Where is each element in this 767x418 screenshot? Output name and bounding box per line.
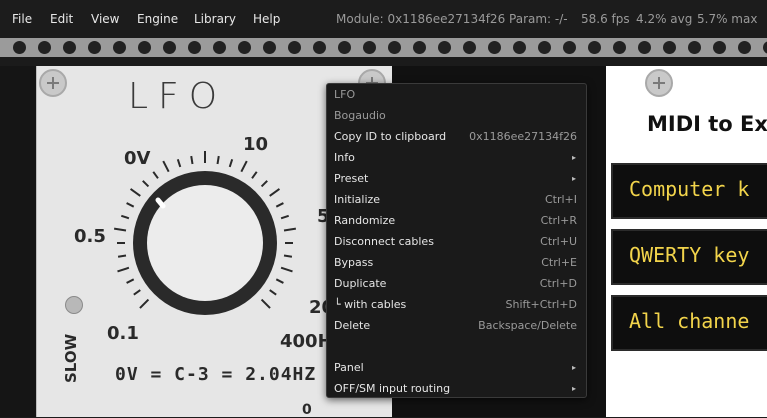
menu-item-duplicate-with-cables[interactable]: └ with cables (334, 298, 406, 311)
menu-item-delete-shortcut: Backspace/Delete (478, 319, 577, 332)
knob-tick (152, 171, 159, 179)
chevron-right-icon: ▸ (571, 363, 576, 372)
knob-tick (228, 158, 234, 168)
knob-tick (251, 171, 258, 179)
midi-channel-text: All channe (629, 309, 750, 333)
knob-tick (176, 158, 182, 168)
menu-item-copy-id[interactable]: Copy ID to clipboard (334, 130, 446, 143)
knob-tick (283, 254, 293, 258)
knob-tick (269, 289, 277, 296)
knob-cap (147, 185, 263, 301)
midi-module-title: MIDI to Ex (647, 112, 767, 136)
menu-item-panel[interactable]: Panel (334, 361, 364, 374)
scale-label-0-1: 0.1 (107, 323, 139, 344)
midi-driver-display[interactable]: Computer k (611, 163, 767, 219)
knob-tick (283, 227, 297, 232)
knob-tick (117, 266, 130, 273)
knob-tick (269, 188, 281, 197)
menu-item-disconnect-cables[interactable]: Disconnect cables (334, 235, 434, 248)
menu-item-duplicate-shortcut: Ctrl+D (539, 277, 577, 290)
menu-item-copy-id-value: 0x1186ee27134f26 (469, 130, 577, 143)
menu-item-delete[interactable]: Delete (334, 319, 370, 332)
scale-label-0-5: 0.5 (74, 226, 106, 247)
menu-item-randomize[interactable]: Randomize (334, 214, 395, 227)
scale-label-0-lower: 0 (302, 402, 312, 418)
knob-tick (275, 202, 284, 208)
scale-label-400h: 400H (280, 331, 333, 352)
menu-item-disconnect-shortcut: Ctrl+U (540, 235, 577, 248)
knob-tick (139, 298, 150, 309)
midi-device-text: QWERTY key (629, 243, 750, 267)
knob-tick (142, 180, 150, 188)
menu-item-duplicate-with-cables-shortcut: Shift+Ctrl+D (505, 298, 577, 311)
midi-device-display[interactable]: QWERTY key (611, 229, 767, 285)
slow-switch[interactable] (65, 296, 83, 314)
chevron-right-icon: ▸ (571, 174, 576, 183)
knob-tick (129, 188, 141, 197)
knob-tick (275, 278, 284, 284)
knob-tick (133, 289, 141, 296)
frequency-readout: 0V = C-3 = 2.04HZ (115, 364, 317, 385)
knob-tick (126, 202, 135, 208)
knob-tick (117, 254, 127, 258)
menu-item-initialize-shortcut: Ctrl+I (544, 193, 577, 206)
knob-tick (240, 160, 248, 173)
knob-tick (260, 298, 271, 309)
midi-channel-display[interactable]: All channe (611, 295, 767, 351)
knob-tick (260, 180, 268, 188)
menu-item-initialize[interactable]: Initialize (334, 193, 380, 206)
knob-tick (126, 278, 135, 284)
menu-item-preset[interactable]: Preset (334, 172, 368, 185)
knob-tick (216, 155, 220, 165)
scale-label-10: 10 (243, 134, 269, 155)
slow-label: SLOW (62, 333, 80, 383)
menu-brand: Bogaudio (334, 109, 386, 122)
knob-tick (190, 155, 194, 165)
knob-tick (113, 227, 127, 232)
knob-tick (280, 214, 290, 220)
knob-tick (162, 160, 170, 173)
knob-tick (120, 214, 130, 220)
chevron-right-icon: ▸ (571, 153, 576, 162)
module-context-menu: LFO Bogaudio Copy ID to clipboard 0x1186… (326, 83, 587, 398)
menu-item-randomize-shortcut: Ctrl+R (540, 214, 577, 227)
knob-tick (280, 266, 293, 273)
midi-driver-text: Computer k (629, 177, 750, 201)
menu-item-info[interactable]: Info (334, 151, 355, 164)
chevron-right-icon: ▸ (571, 384, 576, 393)
menu-item-bypass-shortcut: Ctrl+E (541, 256, 577, 269)
menu-header: LFO (334, 88, 356, 101)
menu-item-bypass[interactable]: Bypass (334, 256, 373, 269)
scale-label-0v: 0V (124, 148, 151, 169)
menu-item-input-routing[interactable]: OFF/SM input routing (334, 382, 450, 395)
menu-item-duplicate[interactable]: Duplicate (334, 277, 386, 290)
